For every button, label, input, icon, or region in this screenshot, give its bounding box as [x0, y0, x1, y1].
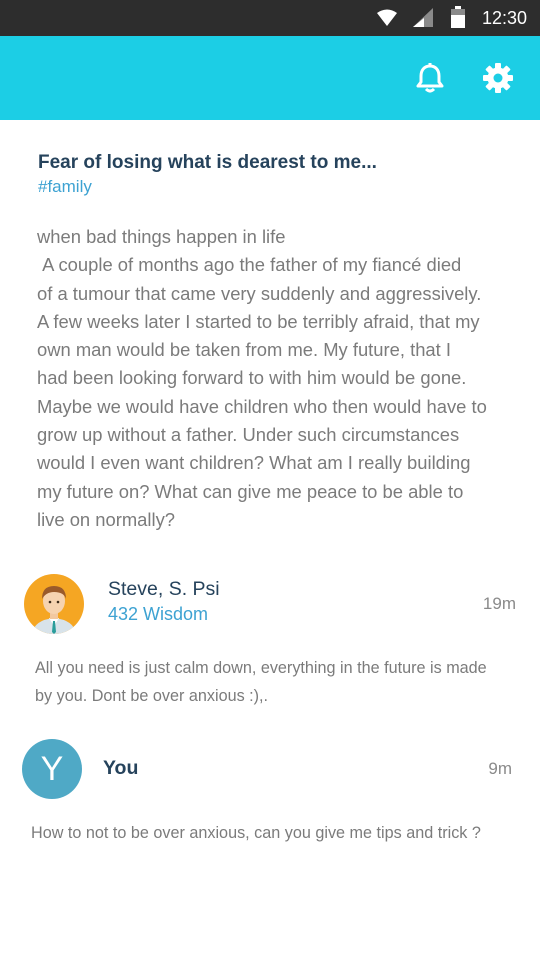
settings-button[interactable]	[481, 61, 515, 95]
comment-text: All you need is just calm down, everythi…	[35, 659, 487, 705]
app-bar	[0, 36, 540, 120]
male-avatar-icon[interactable]	[24, 574, 84, 634]
comment-author-name[interactable]: Steve, S. Psi	[108, 578, 220, 601]
post-title[interactable]: Fear of losing what is dearest to me...	[38, 152, 377, 174]
notifications-button[interactable]	[413, 61, 447, 95]
comment-author-wisdom: 432 Wisdom	[108, 604, 209, 624]
status-bar: 12:30	[0, 0, 540, 36]
battery-icon	[451, 6, 465, 28]
comment-time: 9m	[488, 759, 512, 778]
bell-icon	[416, 63, 444, 93]
comment-text: How to not to be over anxious, can you g…	[31, 824, 481, 842]
comment-time: 19m	[482, 594, 516, 613]
status-time: 12:30	[481, 8, 527, 28]
post-body: when bad things happen in life A couple …	[37, 226, 487, 530]
post-tag-link[interactable]: #family	[38, 177, 92, 197]
wifi-icon	[377, 9, 397, 26]
cellular-signal-icon	[413, 8, 433, 27]
user-avatar[interactable]: Y	[22, 739, 82, 799]
gear-icon	[483, 63, 513, 93]
comment-author-name[interactable]: You	[103, 757, 138, 780]
